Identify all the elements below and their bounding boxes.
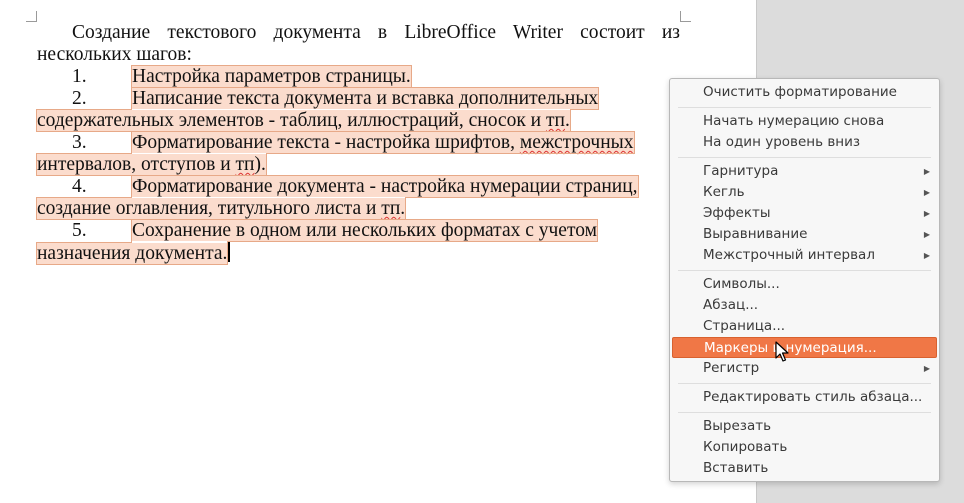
list-item: 5. Сохранение в одном или нескольких форм…	[36, 219, 680, 265]
triangle-right-icon: ▶	[923, 209, 930, 218]
menu-bullets-numbering[interactable]: Маркеры и нумерация...	[672, 337, 937, 358]
menu-restart-numbering[interactable]: Начать нумерацию снова	[670, 111, 939, 132]
list-item: 1. Настройка параметров страницы.	[37, 65, 680, 88]
menu-item-label: Вставить	[703, 460, 769, 476]
numbered-list: 1. Настройка параметров страницы. 2. Написа…	[35, 65, 680, 265]
menu-item-label: Символы...	[703, 276, 780, 292]
list-number: 3.	[72, 132, 87, 153]
triangle-right-icon: ▶	[923, 251, 930, 260]
context-menu: Очистить форматирование Начать нумерацию …	[669, 78, 940, 482]
menu-cut[interactable]: Вырезать	[670, 416, 939, 437]
menu-item-label: Регистр	[703, 360, 760, 376]
document-body[interactable]: Создание текстового документа в LibreOff…	[35, 22, 680, 265]
list-item: 3. Форматирование текста - настройка шриф…	[36, 131, 680, 176]
menu-separator	[678, 270, 931, 271]
spellcheck-word: межстрочных	[519, 132, 634, 153]
triangle-right-icon: ▶	[923, 364, 930, 373]
menu-effects[interactable]: Эффекты ▶	[670, 203, 939, 224]
triangle-right-icon: ▶	[923, 188, 930, 197]
menu-item-label: Страница...	[703, 318, 786, 334]
margin-corner-marker	[680, 11, 691, 22]
document-paragraph: Создание текстового документа в LibreOff…	[37, 22, 680, 65]
menu-paragraph[interactable]: Абзац...	[670, 295, 939, 316]
menu-line-spacing[interactable]: Межстрочный интервал ▶	[670, 245, 939, 266]
menu-font[interactable]: Гарнитура ▶	[670, 161, 939, 182]
list-number: 1.	[72, 66, 87, 87]
menu-item-label: Редактировать стиль абзаца...	[703, 389, 923, 405]
menu-item-label: На один уровень вниз	[703, 134, 861, 150]
menu-separator	[678, 107, 931, 108]
menu-item-label: Вырезать	[703, 418, 772, 434]
menu-character[interactable]: Символы...	[670, 274, 939, 295]
menu-item-label: Гарнитура	[703, 163, 779, 179]
menu-case[interactable]: Регистр ▶	[670, 358, 939, 379]
selected-text: Настройка параметров страницы.	[131, 65, 412, 88]
menu-clear-formatting[interactable]: Очистить форматирование	[670, 82, 939, 103]
spellcheck-word: тп	[235, 154, 255, 175]
menu-item-label: Кегль	[703, 184, 745, 200]
text-run: .	[400, 198, 406, 219]
menu-demote-level[interactable]: На один уровень вниз	[670, 132, 939, 153]
text-run: ).	[254, 154, 266, 175]
menu-page[interactable]: Страница...	[670, 316, 939, 337]
list-number: 5.	[72, 220, 87, 241]
list-number: 2.	[72, 88, 87, 109]
menu-item-label: Очистить форматирование	[703, 84, 897, 100]
text-run: интервалов, отступов и	[37, 154, 236, 175]
menu-size[interactable]: Кегль ▶	[670, 182, 939, 203]
spellcheck-word: тп	[381, 198, 401, 219]
menu-alignment[interactable]: Выравнивание ▶	[670, 224, 939, 245]
menu-paste[interactable]: Вставить	[670, 458, 939, 479]
text-run: .	[564, 110, 570, 131]
list-item: 4. Форматирование документа - настройка н…	[36, 175, 680, 220]
text-run: Форматирование текста - настройка шрифто…	[132, 132, 520, 153]
list-item: 2. Написание текста документа и вставка д…	[35, 87, 680, 132]
menu-item-label: Маркеры и нумерация...	[704, 340, 877, 356]
list-number: 4.	[72, 176, 87, 197]
menu-separator	[678, 412, 931, 413]
menu-item-label: Абзац...	[703, 297, 759, 313]
menu-edit-paragraph-style[interactable]: Редактировать стиль абзаца...	[670, 387, 939, 408]
margin-corner-marker	[26, 11, 37, 22]
mouse-pointer-icon	[775, 341, 789, 362]
menu-item-label: Начать нумерацию снова	[703, 113, 885, 129]
triangle-right-icon: ▶	[923, 167, 930, 176]
menu-item-label: Эффекты	[703, 205, 771, 221]
text-cursor	[228, 242, 231, 262]
menu-item-label: Межстрочный интервал	[703, 247, 875, 263]
text-run: Настройка параметров страницы.	[132, 66, 411, 87]
menu-separator	[678, 157, 931, 158]
triangle-right-icon: ▶	[923, 230, 930, 239]
menu-item-label: Выравнивание	[703, 226, 808, 242]
menu-separator	[678, 383, 931, 384]
menu-copy[interactable]: Копировать	[670, 437, 939, 458]
spellcheck-word: тп	[546, 110, 565, 131]
menu-item-label: Копировать	[703, 439, 788, 455]
